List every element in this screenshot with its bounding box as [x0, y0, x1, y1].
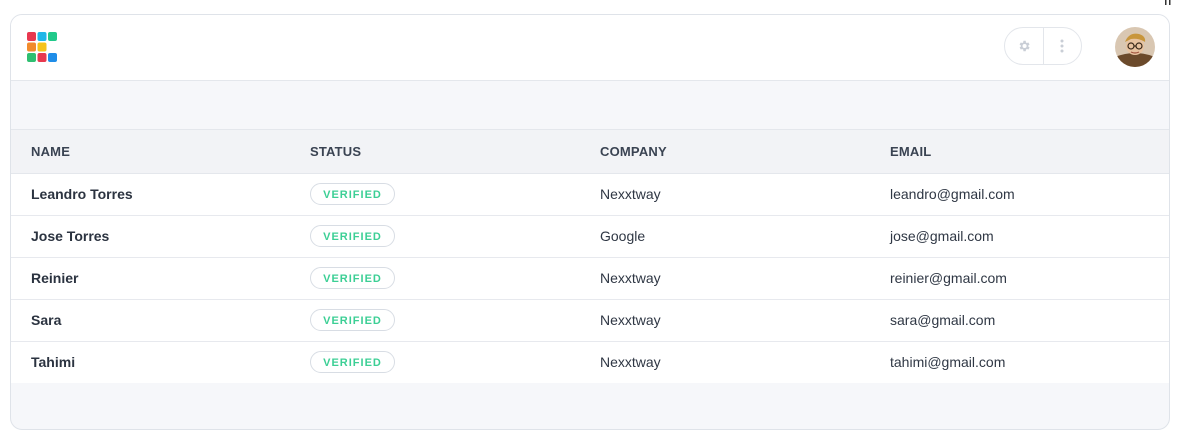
cell-email: leandro@gmail.com — [890, 173, 1169, 216]
cell-status: VERIFIED — [310, 299, 600, 342]
cell-email: sara@gmail.com — [890, 299, 1169, 342]
cell-company: Google — [600, 215, 890, 258]
vertical-dots-icon — [1060, 39, 1064, 53]
cell-status: VERIFIED — [310, 257, 600, 300]
settings-button[interactable] — [1005, 28, 1043, 64]
cell-email: jose@gmail.com — [890, 215, 1169, 258]
grid-logo-icon[interactable] — [27, 32, 58, 63]
cell-name: Tahimi — [31, 354, 76, 371]
user-avatar[interactable] — [1115, 27, 1155, 67]
status-badge: VERIFIED — [310, 267, 395, 289]
status-badge: VERIFIED — [310, 351, 395, 374]
cell-name: Reinier — [11, 257, 310, 300]
cell-company: Nexxtway — [600, 257, 890, 300]
cell-email: reinier@gmail.com — [890, 257, 1169, 300]
table-row[interactable]: Reinier VERIFIED Nexxtway reinier@gmail.… — [11, 257, 1169, 300]
column-header-name[interactable]: NAME — [11, 130, 310, 174]
table-header-row: NAME STATUS COMPANY EMAIL — [11, 130, 1169, 174]
status-badge: VERIFIED — [310, 309, 395, 331]
status-badge: VERIFIED — [310, 225, 395, 247]
header-actions — [1004, 27, 1082, 65]
cell-status: VERIFIED — [310, 173, 600, 216]
cell-name: Jose Torres — [11, 215, 310, 258]
toolbar-band — [11, 81, 1169, 130]
table-row[interactable]: Leandro Torres VERIFIED Nexxtway leandro… — [11, 173, 1169, 216]
cell-status: VERIFIED — [310, 341, 600, 383]
cell-email: tahimi@gmail.com — [890, 354, 1006, 371]
table-row[interactable]: Jose Torres VERIFIED Google jose@gmail.c… — [11, 215, 1169, 258]
app-frame: NAME STATUS COMPANY EMAIL Leandro Torres… — [10, 14, 1170, 430]
status-badge: VERIFIED — [310, 183, 395, 205]
cell-name: Sara — [11, 299, 310, 342]
column-header-status[interactable]: STATUS — [310, 130, 600, 174]
column-header-company[interactable]: COMPANY — [600, 130, 890, 174]
column-header-email[interactable]: EMAIL — [890, 130, 1169, 174]
more-options-button[interactable] — [1044, 28, 1082, 64]
gear-icon — [1019, 40, 1030, 52]
corner-marker — [1165, 0, 1171, 5]
cell-company: Nexxtway — [600, 299, 890, 342]
table-row[interactable]: Tahimi VERIFIED Nexxtway tahimi@gmail.co… — [11, 341, 1169, 383]
cell-company: Nexxtway — [600, 173, 890, 216]
cell-status: VERIFIED — [310, 215, 600, 258]
top-bar — [11, 15, 1169, 81]
table-row[interactable]: Sara VERIFIED Nexxtway sara@gmail.com — [11, 299, 1169, 342]
users-table: NAME STATUS COMPANY EMAIL Leandro Torres… — [11, 130, 1169, 383]
cell-company: Nexxtway — [600, 354, 661, 371]
cell-name: Leandro Torres — [11, 173, 310, 216]
